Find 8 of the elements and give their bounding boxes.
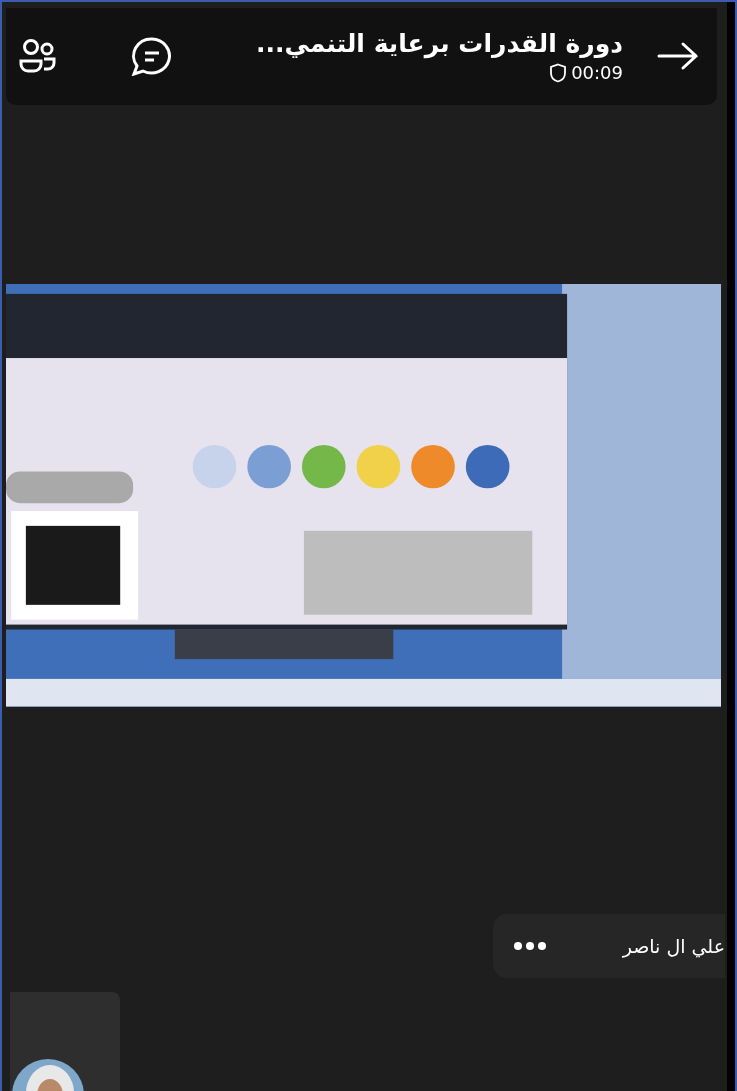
chat-button[interactable] (130, 36, 174, 77)
more-options-button[interactable] (513, 941, 547, 952)
shield-icon (549, 62, 568, 83)
participants-button[interactable] (18, 38, 58, 75)
call-timer: 00:09 (571, 62, 623, 84)
meeting-title: دورة القدرات برعاية التنمي... (256, 29, 623, 59)
participant-name: علي ال ناصر (622, 935, 725, 958)
back-button[interactable] (657, 41, 699, 72)
